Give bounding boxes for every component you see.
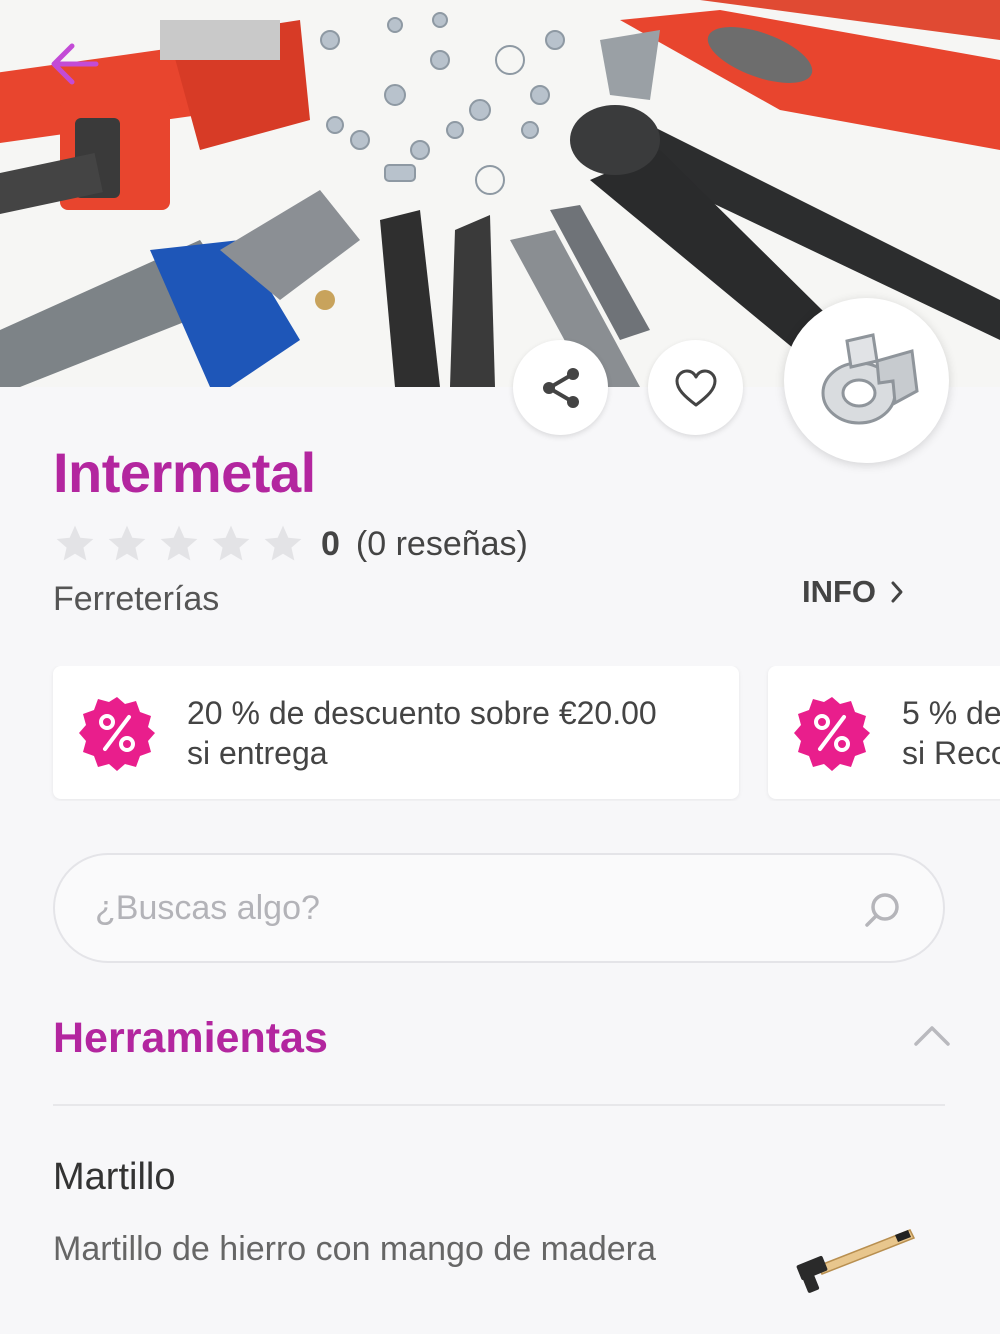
rating-row: 0 (0 reseñas) [53, 522, 528, 566]
search-icon[interactable] [863, 890, 903, 930]
promotion-line2: si entrega [187, 734, 328, 771]
discount-badge-icon [794, 696, 870, 771]
store-category: Ferreterías [53, 580, 220, 618]
share-icon [542, 367, 579, 408]
favorite-button[interactable] [648, 340, 743, 435]
star-icon [56, 525, 94, 561]
product-description: Martillo de hierro con mango de madera [53, 1230, 656, 1268]
fastener-logo-icon [821, 332, 919, 424]
share-button[interactable] [513, 340, 608, 435]
search-input[interactable] [95, 888, 855, 928]
hammer-product-image [796, 1229, 916, 1293]
info-button[interactable]: INFO [802, 572, 904, 612]
star-icon [108, 525, 146, 561]
star-icon [160, 525, 198, 561]
promotion-line1: 5 % de [902, 694, 1000, 731]
back-button[interactable] [46, 38, 102, 90]
promotion-line1: 20 % de descuento sobre €20.00 [187, 694, 657, 731]
star-icon [264, 525, 302, 561]
promotion-line2: si Reco [902, 734, 1000, 771]
divider [53, 1104, 945, 1106]
rating-reviews-count[interactable]: (0 reseñas) [356, 525, 528, 564]
star-icon [212, 525, 250, 561]
heart-icon [675, 369, 716, 406]
discount-badge-icon [79, 696, 155, 771]
promotion-card[interactable]: 5 % de si Reco [768, 666, 1000, 799]
promotion-card[interactable]: 20 % de descuento sobre €20.00 si entreg… [53, 666, 739, 799]
arrow-left-icon [51, 43, 99, 85]
product-item[interactable]: Martillo Martillo de hierro con mango de… [0, 1140, 1000, 1334]
store-name: Intermetal [53, 441, 316, 504]
promotions-carousel[interactable]: 20 % de descuento sobre €20.00 si entreg… [0, 666, 1000, 801]
store-logo [784, 298, 949, 463]
info-label: INFO [802, 574, 877, 609]
rating-value: 0 [321, 524, 340, 563]
section-title[interactable]: Herramientas [53, 1014, 328, 1063]
product-name: Martillo [53, 1156, 176, 1198]
chevron-right-icon [891, 581, 903, 603]
chevron-up-icon[interactable] [912, 1020, 952, 1050]
search-bar[interactable] [53, 853, 945, 963]
